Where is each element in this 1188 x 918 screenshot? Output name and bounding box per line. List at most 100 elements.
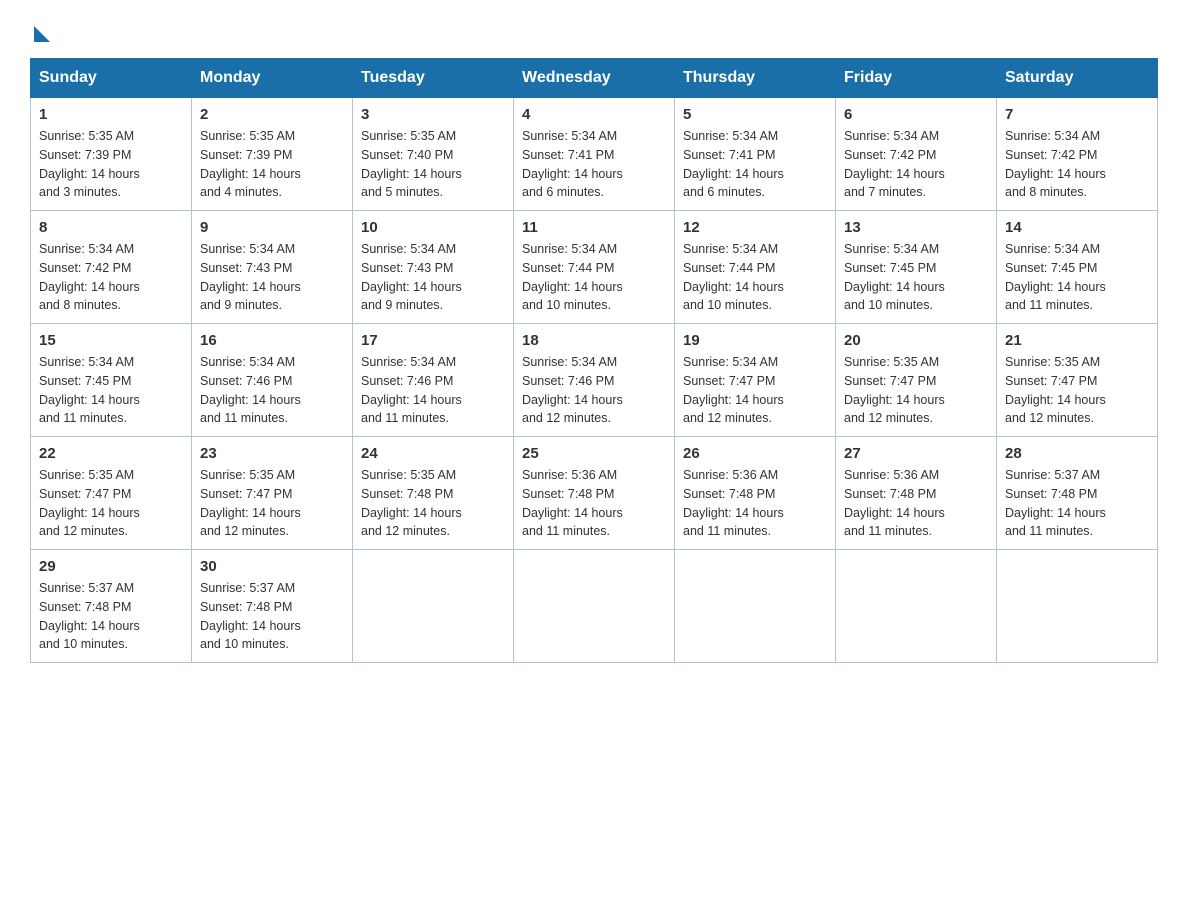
day-info: Sunrise: 5:34 AM Sunset: 7:45 PM Dayligh… xyxy=(844,240,988,315)
day-number: 13 xyxy=(844,219,988,236)
calendar-day-cell: 3 Sunrise: 5:35 AM Sunset: 7:40 PM Dayli… xyxy=(353,98,514,211)
calendar-day-cell: 9 Sunrise: 5:34 AM Sunset: 7:43 PM Dayli… xyxy=(192,211,353,324)
day-info: Sunrise: 5:34 AM Sunset: 7:41 PM Dayligh… xyxy=(522,127,666,202)
weekday-header-thursday: Thursday xyxy=(675,59,836,98)
calendar-day-cell: 17 Sunrise: 5:34 AM Sunset: 7:46 PM Dayl… xyxy=(353,324,514,437)
day-number: 19 xyxy=(683,332,827,349)
day-number: 17 xyxy=(361,332,505,349)
calendar-day-cell: 19 Sunrise: 5:34 AM Sunset: 7:47 PM Dayl… xyxy=(675,324,836,437)
day-info: Sunrise: 5:34 AM Sunset: 7:42 PM Dayligh… xyxy=(39,240,183,315)
day-number: 3 xyxy=(361,106,505,123)
day-info: Sunrise: 5:36 AM Sunset: 7:48 PM Dayligh… xyxy=(522,466,666,541)
calendar-day-cell: 4 Sunrise: 5:34 AM Sunset: 7:41 PM Dayli… xyxy=(514,98,675,211)
calendar-day-cell: 18 Sunrise: 5:34 AM Sunset: 7:46 PM Dayl… xyxy=(514,324,675,437)
calendar-day-cell: 29 Sunrise: 5:37 AM Sunset: 7:48 PM Dayl… xyxy=(31,550,192,663)
day-info: Sunrise: 5:36 AM Sunset: 7:48 PM Dayligh… xyxy=(844,466,988,541)
day-info: Sunrise: 5:34 AM Sunset: 7:46 PM Dayligh… xyxy=(522,353,666,428)
calendar-day-cell: 30 Sunrise: 5:37 AM Sunset: 7:48 PM Dayl… xyxy=(192,550,353,663)
day-number: 21 xyxy=(1005,332,1149,349)
weekday-header-row: SundayMondayTuesdayWednesdayThursdayFrid… xyxy=(31,59,1158,98)
calendar-day-cell: 28 Sunrise: 5:37 AM Sunset: 7:48 PM Dayl… xyxy=(997,437,1158,550)
logo-arrow-icon xyxy=(34,26,50,42)
calendar-day-cell: 5 Sunrise: 5:34 AM Sunset: 7:41 PM Dayli… xyxy=(675,98,836,211)
weekday-header-tuesday: Tuesday xyxy=(353,59,514,98)
day-number: 15 xyxy=(39,332,183,349)
calendar-day-cell: 6 Sunrise: 5:34 AM Sunset: 7:42 PM Dayli… xyxy=(836,98,997,211)
calendar-day-cell: 20 Sunrise: 5:35 AM Sunset: 7:47 PM Dayl… xyxy=(836,324,997,437)
logo xyxy=(30,20,50,38)
day-number: 9 xyxy=(200,219,344,236)
weekday-header-saturday: Saturday xyxy=(997,59,1158,98)
day-info: Sunrise: 5:34 AM Sunset: 7:46 PM Dayligh… xyxy=(200,353,344,428)
day-number: 16 xyxy=(200,332,344,349)
day-info: Sunrise: 5:37 AM Sunset: 7:48 PM Dayligh… xyxy=(1005,466,1149,541)
day-info: Sunrise: 5:35 AM Sunset: 7:39 PM Dayligh… xyxy=(39,127,183,202)
day-number: 29 xyxy=(39,558,183,575)
day-number: 28 xyxy=(1005,445,1149,462)
calendar-day-cell xyxy=(836,550,997,663)
day-number: 6 xyxy=(844,106,988,123)
day-info: Sunrise: 5:35 AM Sunset: 7:47 PM Dayligh… xyxy=(200,466,344,541)
day-number: 30 xyxy=(200,558,344,575)
day-number: 5 xyxy=(683,106,827,123)
day-info: Sunrise: 5:37 AM Sunset: 7:48 PM Dayligh… xyxy=(39,579,183,654)
weekday-header-friday: Friday xyxy=(836,59,997,98)
calendar-day-cell: 12 Sunrise: 5:34 AM Sunset: 7:44 PM Dayl… xyxy=(675,211,836,324)
day-number: 4 xyxy=(522,106,666,123)
day-info: Sunrise: 5:34 AM Sunset: 7:41 PM Dayligh… xyxy=(683,127,827,202)
calendar-day-cell: 8 Sunrise: 5:34 AM Sunset: 7:42 PM Dayli… xyxy=(31,211,192,324)
weekday-header-sunday: Sunday xyxy=(31,59,192,98)
day-info: Sunrise: 5:37 AM Sunset: 7:48 PM Dayligh… xyxy=(200,579,344,654)
day-number: 1 xyxy=(39,106,183,123)
calendar-day-cell: 7 Sunrise: 5:34 AM Sunset: 7:42 PM Dayli… xyxy=(997,98,1158,211)
calendar-day-cell: 16 Sunrise: 5:34 AM Sunset: 7:46 PM Dayl… xyxy=(192,324,353,437)
calendar-week-row: 29 Sunrise: 5:37 AM Sunset: 7:48 PM Dayl… xyxy=(31,550,1158,663)
day-number: 14 xyxy=(1005,219,1149,236)
day-number: 20 xyxy=(844,332,988,349)
day-number: 12 xyxy=(683,219,827,236)
calendar-day-cell: 23 Sunrise: 5:35 AM Sunset: 7:47 PM Dayl… xyxy=(192,437,353,550)
day-info: Sunrise: 5:35 AM Sunset: 7:47 PM Dayligh… xyxy=(39,466,183,541)
day-info: Sunrise: 5:34 AM Sunset: 7:43 PM Dayligh… xyxy=(200,240,344,315)
calendar-day-cell: 26 Sunrise: 5:36 AM Sunset: 7:48 PM Dayl… xyxy=(675,437,836,550)
weekday-header-wednesday: Wednesday xyxy=(514,59,675,98)
day-number: 10 xyxy=(361,219,505,236)
calendar-day-cell xyxy=(675,550,836,663)
calendar-day-cell: 27 Sunrise: 5:36 AM Sunset: 7:48 PM Dayl… xyxy=(836,437,997,550)
day-number: 26 xyxy=(683,445,827,462)
day-number: 8 xyxy=(39,219,183,236)
calendar-day-cell: 1 Sunrise: 5:35 AM Sunset: 7:39 PM Dayli… xyxy=(31,98,192,211)
calendar-day-cell: 11 Sunrise: 5:34 AM Sunset: 7:44 PM Dayl… xyxy=(514,211,675,324)
day-info: Sunrise: 5:34 AM Sunset: 7:43 PM Dayligh… xyxy=(361,240,505,315)
day-info: Sunrise: 5:36 AM Sunset: 7:48 PM Dayligh… xyxy=(683,466,827,541)
day-info: Sunrise: 5:35 AM Sunset: 7:48 PM Dayligh… xyxy=(361,466,505,541)
day-info: Sunrise: 5:35 AM Sunset: 7:40 PM Dayligh… xyxy=(361,127,505,202)
day-info: Sunrise: 5:35 AM Sunset: 7:47 PM Dayligh… xyxy=(1005,353,1149,428)
calendar-day-cell: 22 Sunrise: 5:35 AM Sunset: 7:47 PM Dayl… xyxy=(31,437,192,550)
calendar-table: SundayMondayTuesdayWednesdayThursdayFrid… xyxy=(30,58,1158,663)
day-number: 11 xyxy=(522,219,666,236)
calendar-day-cell: 13 Sunrise: 5:34 AM Sunset: 7:45 PM Dayl… xyxy=(836,211,997,324)
calendar-day-cell: 14 Sunrise: 5:34 AM Sunset: 7:45 PM Dayl… xyxy=(997,211,1158,324)
day-info: Sunrise: 5:34 AM Sunset: 7:45 PM Dayligh… xyxy=(39,353,183,428)
calendar-day-cell: 21 Sunrise: 5:35 AM Sunset: 7:47 PM Dayl… xyxy=(997,324,1158,437)
calendar-day-cell: 10 Sunrise: 5:34 AM Sunset: 7:43 PM Dayl… xyxy=(353,211,514,324)
weekday-header-monday: Monday xyxy=(192,59,353,98)
day-info: Sunrise: 5:34 AM Sunset: 7:44 PM Dayligh… xyxy=(522,240,666,315)
day-info: Sunrise: 5:34 AM Sunset: 7:47 PM Dayligh… xyxy=(683,353,827,428)
calendar-day-cell: 25 Sunrise: 5:36 AM Sunset: 7:48 PM Dayl… xyxy=(514,437,675,550)
day-info: Sunrise: 5:34 AM Sunset: 7:44 PM Dayligh… xyxy=(683,240,827,315)
day-info: Sunrise: 5:35 AM Sunset: 7:39 PM Dayligh… xyxy=(200,127,344,202)
calendar-day-cell xyxy=(353,550,514,663)
calendar-day-cell xyxy=(514,550,675,663)
calendar-day-cell: 24 Sunrise: 5:35 AM Sunset: 7:48 PM Dayl… xyxy=(353,437,514,550)
calendar-week-row: 22 Sunrise: 5:35 AM Sunset: 7:47 PM Dayl… xyxy=(31,437,1158,550)
day-info: Sunrise: 5:34 AM Sunset: 7:42 PM Dayligh… xyxy=(1005,127,1149,202)
day-number: 25 xyxy=(522,445,666,462)
day-info: Sunrise: 5:35 AM Sunset: 7:47 PM Dayligh… xyxy=(844,353,988,428)
calendar-day-cell: 2 Sunrise: 5:35 AM Sunset: 7:39 PM Dayli… xyxy=(192,98,353,211)
calendar-day-cell xyxy=(997,550,1158,663)
calendar-week-row: 15 Sunrise: 5:34 AM Sunset: 7:45 PM Dayl… xyxy=(31,324,1158,437)
day-info: Sunrise: 5:34 AM Sunset: 7:42 PM Dayligh… xyxy=(844,127,988,202)
page-header xyxy=(30,20,1158,38)
